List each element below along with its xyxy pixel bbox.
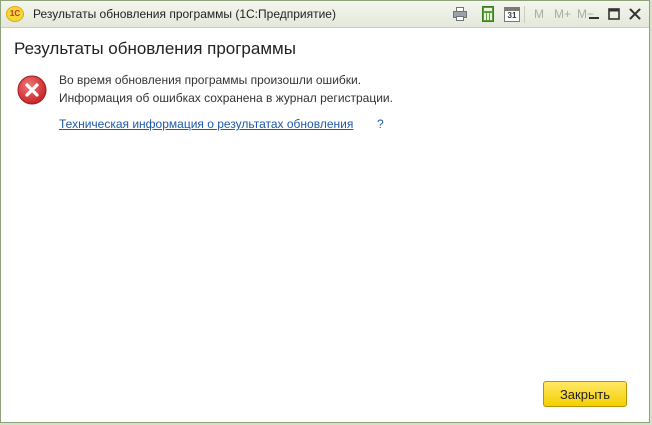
page-title: Результаты обновления программы [14,39,296,58]
update-results-window: 1С Результаты обновления программы (1С:П… [0,0,650,423]
close-button[interactable]: Закрыть [543,381,627,407]
error-icon [17,75,47,105]
window-content: Результаты обновления программы Во время… [1,29,649,422]
help-question-icon[interactable]: ? [377,117,384,131]
error-message-line-2: Информация об ошибках сохранена в журнал… [59,91,393,105]
memory-button-m-plus[interactable]: M+ [554,7,571,21]
close-icon[interactable] [626,5,644,23]
technical-info-link[interactable]: Техническая информация о результатах обн… [59,117,353,131]
maximize-icon[interactable] [605,5,623,23]
title-bar[interactable]: 1С Результаты обновления программы (1С:П… [1,1,649,28]
toolbar-divider [524,6,525,23]
minimize-icon[interactable] [585,5,603,23]
app-logo-icon[interactable]: 1С [6,6,24,22]
calculator-icon[interactable] [480,6,496,22]
calendar-icon[interactable]: 31 [504,6,520,22]
error-message-line-1: Во время обновления программы произошли … [59,73,362,87]
print-icon[interactable] [452,6,468,22]
memory-button-m[interactable]: M [534,7,544,21]
window-title: Результаты обновления программы (1С:Пред… [33,7,336,21]
calendar-day: 31 [507,11,517,20]
